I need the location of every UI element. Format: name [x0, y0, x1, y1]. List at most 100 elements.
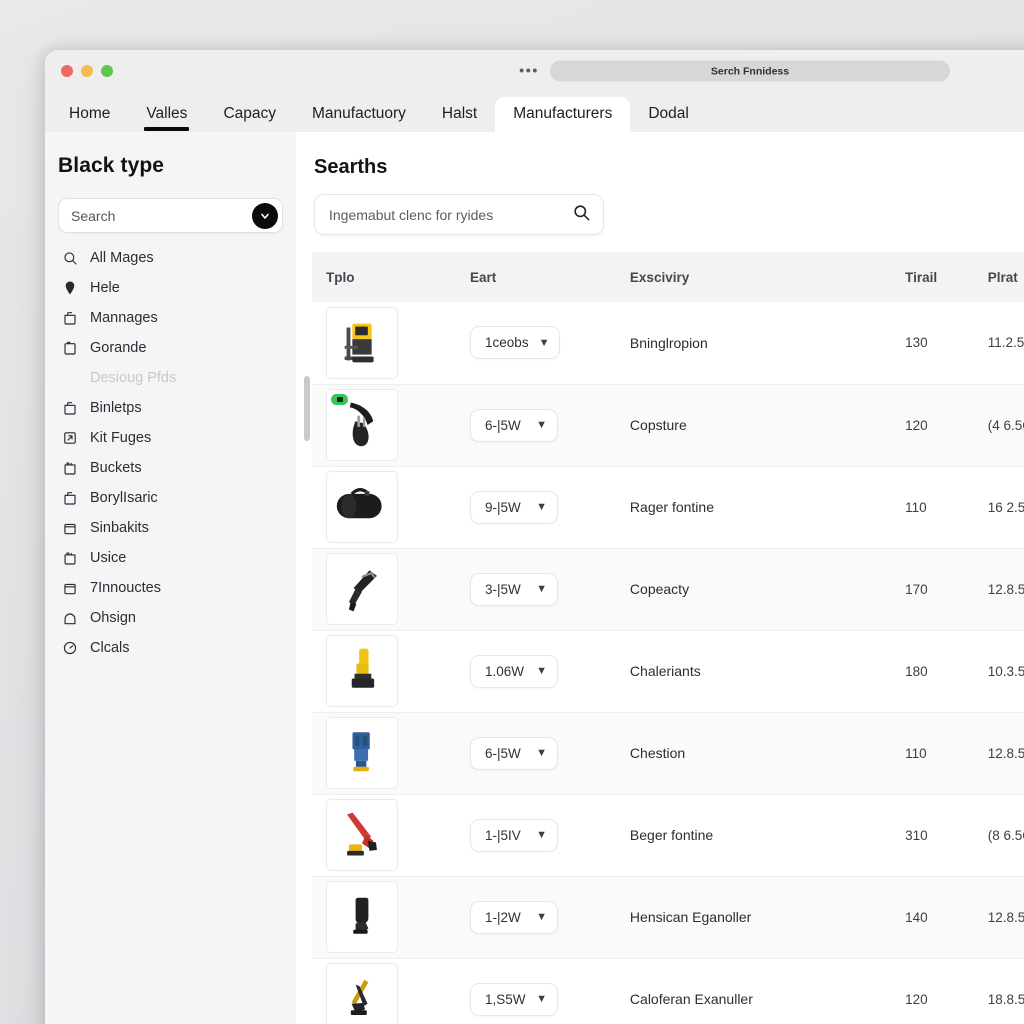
- variant-dropdown[interactable]: 1ceobs ▼: [470, 326, 561, 360]
- sidebar-item-all-mages[interactable]: All Mages: [45, 243, 296, 273]
- product-thumbnail[interactable]: [326, 881, 398, 953]
- row-name: Copeacty: [623, 548, 900, 631]
- table-row[interactable]: 1,S5W▼Caloferan Exanuller12018.8.5C12 (2…: [312, 958, 1024, 1024]
- table-body: 1ceobs▼Bninglropion13011.2.5C12 (24)No F…: [312, 302, 1024, 1024]
- sidebar-item-binletps[interactable]: Binletps: [45, 393, 296, 423]
- address-bar[interactable]: Serch Fnnidess: [550, 60, 950, 82]
- tab-dodal[interactable]: Dodal: [630, 105, 707, 133]
- results-table: Tplo Eart Exsciviry Tirail Plrat Troai L…: [312, 252, 1024, 1024]
- column-header-tplo[interactable]: Tplo: [312, 252, 465, 302]
- table-row[interactable]: 6-|5W▼Chestion11012.8.5C48 (24)No Fil5: [312, 712, 1024, 795]
- sidebar-item-mannages[interactable]: Mannages: [45, 303, 296, 333]
- search-input[interactable]: [329, 206, 572, 223]
- product-thumbnail[interactable]: [326, 471, 398, 543]
- sidebar-item-desioug-pfds[interactable]: Desioug Pfds: [45, 363, 296, 393]
- variant-dropdown[interactable]: 1,S5W ▼: [470, 982, 559, 1016]
- column-header-eart[interactable]: Eart: [464, 252, 624, 302]
- arrow-box-icon: [61, 430, 78, 447]
- table-row[interactable]: 1-|5IV▼Beger fontine310(8 6.5C49 (23)No …: [312, 794, 1024, 877]
- row-select-cell: 9-|5W ▼: [464, 466, 624, 549]
- sidebar-item-borylisaric[interactable]: BorylIsaric: [45, 483, 296, 513]
- row-name: Bninglropion: [623, 302, 900, 385]
- sidebar-item-ohsign[interactable]: Ohsign: [45, 603, 296, 633]
- main-search-box[interactable]: [314, 194, 604, 235]
- close-window-button[interactable]: [61, 65, 73, 77]
- table-row[interactable]: 3-|5W▼Copeacty17012.8.5C22 (24)No Fil1: [312, 548, 1024, 631]
- sidebar-item-label: BorylIsaric: [90, 490, 158, 506]
- tab-manufactuory[interactable]: Manufactuory: [294, 105, 424, 133]
- tab-strip: Home Valles Capacy Manufactuory Halst Ma…: [45, 92, 1024, 132]
- variant-dropdown[interactable]: 3-|5W ▼: [470, 572, 559, 606]
- sidebar-item-buckets[interactable]: Buckets: [45, 453, 296, 483]
- sidebar-item-sinbakits[interactable]: Sinbakits: [45, 513, 296, 543]
- search-icon[interactable]: [572, 203, 591, 227]
- column-header-tirail[interactable]: Tirail: [899, 252, 982, 302]
- row-trail: 110: [899, 712, 982, 795]
- row-trail: 180: [899, 630, 982, 713]
- variant-dropdown[interactable]: 6-|5W ▼: [470, 736, 559, 770]
- overflow-menu-icon[interactable]: •••: [519, 64, 539, 79]
- sidebar-item-hele[interactable]: Hele: [45, 273, 296, 303]
- product-thumbnail[interactable]: [326, 963, 398, 1024]
- table-row[interactable]: 1.06W▼Chaleriants18010.3.5C20 (28)No Fil…: [312, 630, 1024, 713]
- desktop-background: ••• Serch Fnnidess Home Valles Capacy Ma…: [0, 0, 1024, 1024]
- column-header-plrat[interactable]: Plrat: [981, 252, 1024, 302]
- row-select-cell: 1ceobs ▼: [464, 302, 624, 385]
- row-name: Rager fontine: [623, 466, 900, 549]
- sidebar-item-label: Usice: [90, 550, 127, 566]
- row-select-cell: 1-|2W ▼: [464, 876, 624, 959]
- dome-icon: [61, 610, 78, 627]
- row-plrat: 10.3.5C: [981, 630, 1024, 713]
- table-row[interactable]: 1ceobs▼Bninglropion13011.2.5C12 (24)No F…: [312, 302, 1024, 385]
- variant-dropdown-value: 6-|5W: [485, 745, 521, 761]
- sidebar-item-usice[interactable]: Usice: [45, 543, 296, 573]
- sidebar-item-kit-fuges[interactable]: Kit Fuges: [45, 423, 296, 453]
- tab-halst[interactable]: Halst: [424, 105, 495, 133]
- sidebar-search-input[interactable]: [71, 207, 252, 224]
- sidebar-item-7innouctes[interactable]: 7Innouctes: [45, 573, 296, 603]
- row-trail: 140: [899, 876, 982, 959]
- tab-capacy[interactable]: Capacy: [205, 105, 294, 133]
- tab-manufacturers[interactable]: Manufacturers: [495, 96, 631, 132]
- product-thumbnail[interactable]: [326, 306, 398, 379]
- variant-dropdown-value: 1,S5W: [485, 991, 526, 1007]
- vertical-scrollbar-thumb[interactable]: [304, 376, 310, 441]
- sidebar-item-gorande[interactable]: Gorande: [45, 333, 296, 363]
- variant-dropdown[interactable]: 1-|5IV ▼: [470, 818, 559, 852]
- row-plrat: 12.8.5C: [981, 548, 1024, 631]
- variant-dropdown[interactable]: 1.06W ▼: [470, 654, 559, 688]
- gauge-icon: [61, 640, 78, 657]
- table-header-row: Tplo Eart Exsciviry Tirail Plrat Troai L…: [312, 252, 1024, 302]
- tab-valles[interactable]: Valles: [128, 105, 205, 133]
- row-thumbnail-cell: [312, 384, 465, 467]
- variant-dropdown[interactable]: 6-|5W ▼: [470, 408, 559, 442]
- tab-home[interactable]: Home: [51, 105, 128, 133]
- chevron-down-icon: ▼: [536, 419, 548, 431]
- chevron-down-icon[interactable]: [252, 202, 278, 229]
- bucket-icon: [61, 460, 78, 477]
- minimize-window-button[interactable]: [81, 65, 93, 77]
- row-plrat: 16 2.5C: [981, 466, 1024, 549]
- product-thumbnail[interactable]: [326, 799, 398, 871]
- product-thumbnail[interactable]: [326, 389, 398, 461]
- product-thumbnail[interactable]: [326, 635, 398, 707]
- variant-dropdown-value: 3-|5W: [485, 581, 521, 597]
- sidebar-search-box[interactable]: [58, 198, 283, 233]
- row-thumbnail-cell: [312, 466, 465, 549]
- sidebar-nav-list: All Mages Hele Mannages Gorande Desioug Pfds…: [45, 243, 296, 663]
- table-row[interactable]: 9-|5W▼Rager fontine11016 2.5C20 (29)No F…: [312, 466, 1024, 549]
- sidebar-title: Black type: [58, 154, 165, 177]
- row-trail: 120: [905, 991, 928, 1007]
- zoom-window-button[interactable]: [101, 65, 113, 77]
- product-thumbnail[interactable]: [326, 553, 398, 625]
- table-row[interactable]: 6-|5W▼Copsture120(4 6.5C28 (24)No Fil5: [312, 384, 1024, 467]
- product-thumbnail[interactable]: [326, 717, 398, 789]
- chevron-down-icon: ▼: [536, 501, 548, 513]
- sidebar-item-clcals[interactable]: Clcals: [45, 633, 296, 663]
- row-select-cell: 1-|5IV ▼: [464, 794, 624, 877]
- window-content: Black type All Mages Hele Mannages Gorande D…: [45, 132, 1024, 1024]
- variant-dropdown[interactable]: 9-|5W ▼: [470, 490, 559, 524]
- column-header-exsciviry[interactable]: Exsciviry: [623, 252, 900, 302]
- table-row[interactable]: 1-|2W▼Hensican Eganoller14012.8.5C15 (24…: [312, 876, 1024, 959]
- variant-dropdown[interactable]: 1-|2W ▼: [470, 900, 559, 934]
